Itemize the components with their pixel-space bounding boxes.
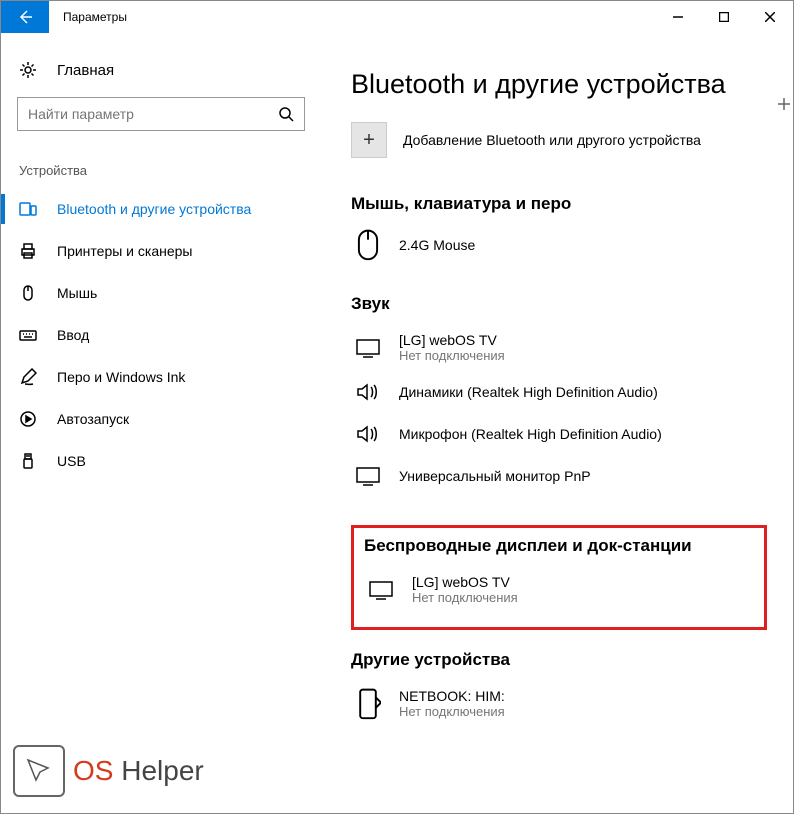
device-name: Микрофон (Realtek High Definition Audio) xyxy=(399,426,662,442)
mouse-icon xyxy=(19,284,37,302)
plus-icon xyxy=(778,98,790,110)
titlebar-spacer xyxy=(141,1,655,33)
home-link[interactable]: Главная xyxy=(1,53,321,87)
device-item[interactable]: [LG] webOS TVНет подключения xyxy=(351,324,773,371)
device-status: Нет подключения xyxy=(399,704,505,719)
keyboard-icon xyxy=(19,326,37,344)
section-title: Мышь, клавиатура и перо xyxy=(351,194,773,214)
watermark-text: OS Helper xyxy=(73,755,204,787)
minimize-button[interactable] xyxy=(655,1,701,33)
maximize-button[interactable] xyxy=(701,1,747,33)
sidebar-item-label: USB xyxy=(57,453,86,469)
close-icon xyxy=(765,12,775,22)
device-name: 2.4G Mouse xyxy=(399,237,475,253)
speaker-icon xyxy=(355,424,381,444)
device-status: Нет подключения xyxy=(399,348,505,363)
close-button[interactable] xyxy=(747,1,793,33)
gear-icon xyxy=(19,61,37,79)
plus-icon: + xyxy=(363,129,375,152)
usb-icon xyxy=(19,452,37,470)
monitor-icon xyxy=(355,338,381,358)
maximize-icon xyxy=(719,12,729,22)
sidebar-item-label: Принтеры и сканеры xyxy=(57,243,192,259)
watermark-icon xyxy=(13,745,65,797)
device-item[interactable]: Микрофон (Realtek High Definition Audio) xyxy=(351,413,773,455)
window-title: Параметры xyxy=(49,1,141,33)
device-item[interactable]: Универсальный монитор PnP xyxy=(351,455,773,497)
device-name: Динамики (Realtek High Definition Audio) xyxy=(399,384,658,400)
back-button[interactable] xyxy=(1,1,49,33)
sidebar-item-printers[interactable]: Принтеры и сканеры xyxy=(1,230,321,272)
arrow-left-icon xyxy=(17,9,33,25)
sidebar-item-typing[interactable]: Ввод xyxy=(1,314,321,356)
sidebar-item-label: Автозапуск xyxy=(57,411,129,427)
add-device-label: Добавление Bluetooth или другого устройс… xyxy=(403,132,701,148)
device-item[interactable]: NETBOOK: HIM:Нет подключения xyxy=(351,680,773,727)
minimize-icon xyxy=(673,12,683,22)
sidebar-item-bluetooth[interactable]: Bluetooth и другие устройства xyxy=(1,188,321,230)
device-item[interactable]: Динамики (Realtek High Definition Audio) xyxy=(351,371,773,413)
device-item[interactable]: [LG] webOS TVНет подключения xyxy=(364,566,754,613)
search-box[interactable] xyxy=(17,97,305,131)
section-input: Мышь, клавиатура и перо 2.4G Mouse xyxy=(351,194,773,266)
search-icon xyxy=(278,106,294,122)
cursor-icon xyxy=(22,754,56,788)
search-input[interactable] xyxy=(28,106,278,122)
sidebar-item-label: Перо и Windows Ink xyxy=(57,369,185,385)
device-item[interactable]: 2.4G Mouse xyxy=(351,224,773,266)
home-label: Главная xyxy=(57,62,114,79)
device-name: [LG] webOS TV xyxy=(412,574,518,590)
titlebar: Параметры xyxy=(1,1,793,33)
monitor-icon xyxy=(368,580,394,600)
sidebar-item-mouse[interactable]: Мышь xyxy=(1,272,321,314)
device-name: NETBOOK: HIM: xyxy=(399,688,505,704)
device-status: Нет подключения xyxy=(412,590,518,605)
category-label: Устройства xyxy=(1,137,321,188)
sidebar-item-label: Ввод xyxy=(57,327,89,343)
section-audio: Звук [LG] webOS TVНет подключения Динами… xyxy=(351,294,773,497)
phone-icon xyxy=(355,687,381,721)
section-title: Другие устройства xyxy=(351,650,773,670)
add-device-row[interactable]: + Добавление Bluetooth или другого устро… xyxy=(351,122,773,158)
sidebar-item-label: Bluetooth и другие устройства xyxy=(57,201,251,217)
device-name: Универсальный монитор PnP xyxy=(399,468,591,484)
section-title: Беспроводные дисплеи и док-станции xyxy=(364,536,754,556)
sidebar-item-usb[interactable]: USB xyxy=(1,440,321,482)
sidebar-item-autoplay[interactable]: Автозапуск xyxy=(1,398,321,440)
page-title: Bluetooth и другие устройства xyxy=(351,69,773,100)
speaker-icon xyxy=(355,382,381,402)
watermark: OS Helper xyxy=(13,745,204,797)
pen-icon xyxy=(19,368,37,386)
section-title: Звук xyxy=(351,294,773,314)
sidebar-item-pen[interactable]: Перо и Windows Ink xyxy=(1,356,321,398)
devices-icon xyxy=(19,200,37,218)
autoplay-icon xyxy=(19,410,37,428)
add-device-button[interactable]: + xyxy=(351,122,387,158)
right-plus-indicator xyxy=(777,89,791,119)
highlighted-section: Беспроводные дисплеи и док-станции [LG] … xyxy=(351,525,767,630)
sidebar-item-label: Мышь xyxy=(57,285,97,301)
section-other: Другие устройства NETBOOK: HIM:Нет подкл… xyxy=(351,650,773,727)
monitor-icon xyxy=(355,466,381,486)
main-content: Bluetooth и другие устройства + Добавлен… xyxy=(321,33,793,813)
sidebar: Главная Устройства Bluetooth и другие ус… xyxy=(1,33,321,813)
printer-icon xyxy=(19,242,37,260)
device-name: [LG] webOS TV xyxy=(399,332,505,348)
mouse-icon xyxy=(355,228,381,262)
